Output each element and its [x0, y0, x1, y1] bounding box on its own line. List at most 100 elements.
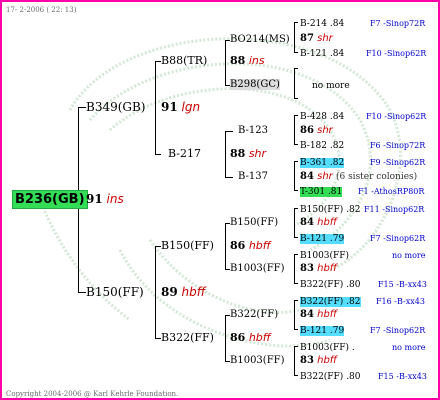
root-queen-label[interactable]: B236(GB) [12, 190, 88, 209]
gen2-num-1: 88 [230, 147, 246, 160]
gen3-rating-4: 84 hbff [300, 217, 337, 229]
gen4-row-5[interactable]: T-301 .81 [300, 186, 343, 198]
connector-gen4 [294, 346, 295, 376]
connector-gen3 [225, 131, 233, 132]
gen4-source: F10 -Sinop62R [366, 112, 427, 121]
gen4-row-8[interactable]: B1003(FF) [300, 250, 349, 262]
gen4-name: B-361 [300, 158, 327, 168]
connector-gen4 [294, 22, 298, 23]
gen2-rating-2: 86 hbff [230, 240, 271, 252]
gen4-name: B1003(FF) [300, 251, 350, 261]
gen1-dam-rating: 89 hbff [161, 286, 205, 298]
gen4-row-12[interactable]: B1003(FF) . [300, 342, 355, 354]
gen4-name: B322(FF) [300, 297, 344, 307]
gen4-source: F1 -AthosRP80R [358, 187, 425, 196]
gen2-label-3[interactable]: B322(FF) [161, 332, 214, 344]
connector-gen4 [294, 68, 295, 99]
gen4-row-7[interactable]: B-121 .79 [300, 233, 345, 245]
connector-gen1 [78, 292, 86, 293]
connector-gen3 [225, 177, 233, 178]
gen4-row-2[interactable]: B-428 .84 [300, 111, 344, 123]
gen4-name: B-121 [300, 326, 327, 336]
gen3-label-5[interactable]: B1003(FF) [230, 263, 284, 275]
connector-gen1 [78, 107, 86, 108]
gen4-row-1[interactable]: B-121 .84 [300, 48, 344, 60]
gen3-rating-3: 84 shr (6 sister colonies) [300, 171, 417, 183]
gen3-label-2[interactable]: B-123 [238, 125, 268, 137]
gen3-label-7[interactable]: B1003(FF) [230, 355, 284, 367]
connector-gen4 [294, 208, 298, 209]
gen4-source: F7 -Sinop62R [370, 326, 426, 335]
gen4-row-13[interactable]: B322(FF) .80 [300, 371, 361, 383]
gen2-label-0[interactable]: B88(TR) [161, 55, 207, 67]
gen3-label-3[interactable]: B-137 [238, 171, 268, 183]
connector-gen4 [294, 300, 298, 301]
gen2-num-0: 88 [230, 54, 246, 67]
connector-gen4 [294, 115, 298, 116]
gen4-row-10[interactable]: B322(FF) .82 [300, 296, 361, 308]
gen4-source: F11 -Sinop62R [364, 205, 425, 214]
gen3-rating-6: 84 hbff [300, 309, 337, 321]
gen4-score: .80 [346, 372, 361, 382]
gen4-row-0[interactable]: B-214 .84 [300, 18, 344, 30]
connector-gen4 [294, 208, 295, 238]
root-note: ins [106, 192, 124, 206]
connector-gen4 [294, 144, 298, 145]
gen3-num-2: 86 [300, 125, 314, 136]
gen2-rating-0: 88 ins [230, 55, 265, 67]
gen4-score: .82 [329, 141, 345, 151]
gen3-label-0[interactable]: BO214(MS) [230, 34, 290, 46]
gen2-label-1[interactable]: B-217 [168, 148, 201, 160]
gen2-rating-1: 88 shr [230, 148, 266, 160]
gen4-row-6[interactable]: B150(FF) .82 [300, 204, 361, 216]
gen3-num-3: 84 [300, 171, 314, 182]
gen3-extra-3: (6 sister colonies) [335, 172, 418, 182]
connector-gen4 [294, 237, 298, 238]
connector-gen2 [155, 61, 156, 154]
gen1-dam-num: 89 [161, 285, 178, 299]
gen3-note-5: hbff [317, 263, 338, 274]
connector-gen3 [225, 315, 226, 361]
gen4-source: F7 -Sinop62R [370, 234, 426, 243]
gen3-note-2: shr [317, 125, 333, 136]
gen2-note-1: shr [248, 147, 267, 160]
gen3-label-4[interactable]: B150(FF) [230, 217, 278, 229]
gen3-num-5: 83 [300, 263, 314, 274]
gen3-num-4: 84 [300, 217, 314, 228]
gen2-note-0: ins [248, 54, 265, 67]
gen4-name: B-121 [300, 49, 327, 59]
gen4-source: F7 -Sinop72R [370, 19, 426, 28]
gen4-score: . [351, 343, 355, 353]
gen3-label-1[interactable]: B298(GC) [230, 79, 280, 91]
connector-gen4 [294, 283, 298, 284]
gen4-row-11[interactable]: B-121 .79 [300, 325, 345, 337]
gen4-row-3[interactable]: B-182 .82 [300, 140, 344, 152]
gen3-label-6[interactable]: B322(FF) [230, 309, 278, 321]
gen3-num-0: 87 [300, 33, 314, 44]
gen4-row-9[interactable]: B322(FF) .80 [300, 279, 361, 291]
connector-gen4 [294, 161, 298, 162]
gen4-source: F9 -Sinop62R [370, 158, 426, 167]
gen4-source: F15 -B-xx43 [378, 372, 427, 381]
gen2-note-2: hbff [248, 239, 271, 252]
connector-gen4 [294, 329, 298, 330]
gen4-source: no more [392, 343, 426, 352]
date-stamp: 17- 2-2006 ( 22: 13) [6, 6, 77, 14]
gen3-label-1-text: B298(GC) [230, 79, 280, 90]
connector-gen2 [155, 154, 161, 155]
gen4-name: B322(FF) [300, 372, 344, 382]
connector-gen3 [225, 223, 226, 269]
gen1-sire-label[interactable]: B349(GB) [86, 101, 146, 113]
gen4-score: .84 [329, 49, 345, 59]
gen3-more-1: no more [312, 81, 350, 91]
gen4-name: B-182 [300, 141, 327, 151]
gen3-note-4: hbff [317, 217, 338, 228]
gen4-row-4[interactable]: B-361 .82 [300, 157, 345, 169]
connector-gen4 [294, 346, 298, 347]
connector-gen4 [294, 161, 295, 191]
connector-gen4 [294, 22, 295, 53]
connector-gen4 [294, 254, 298, 255]
gen2-label-2[interactable]: B150(FF) [161, 240, 214, 252]
connector-gen3 [225, 40, 226, 86]
gen1-dam-label[interactable]: B150(FF) [86, 286, 144, 298]
